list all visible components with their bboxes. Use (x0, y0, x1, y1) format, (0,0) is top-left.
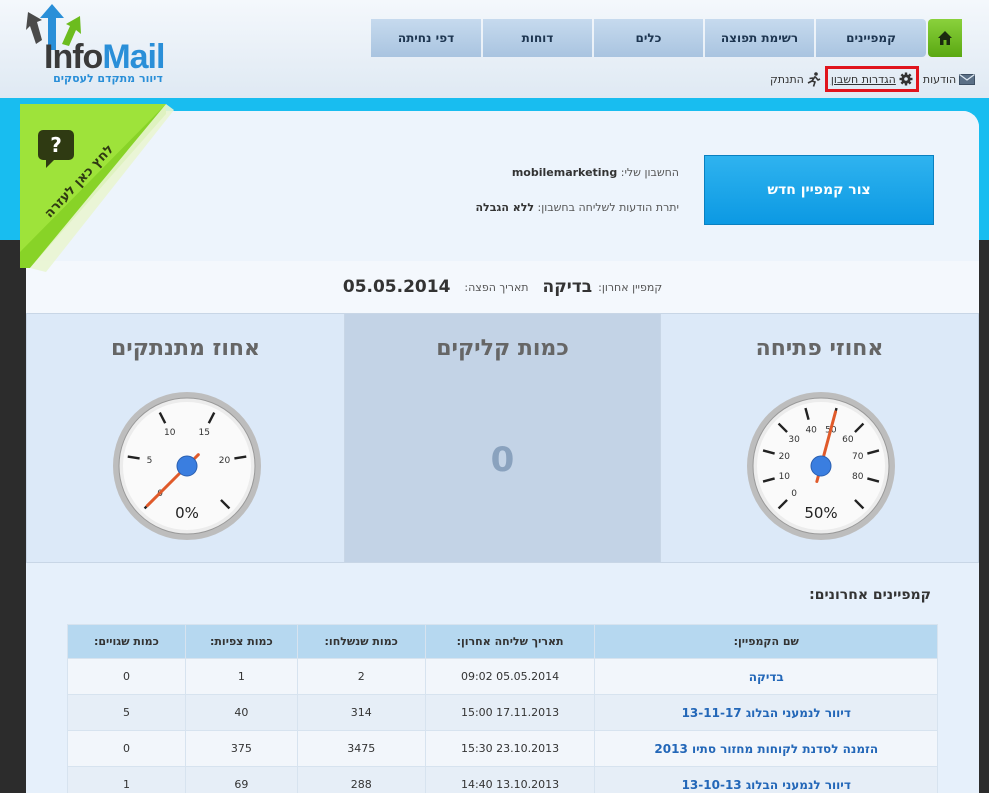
errors-cell: 0 (67, 658, 186, 695)
gauge-tick-label: 80 (852, 472, 864, 482)
sent-count-cell: 2 (296, 658, 426, 695)
nav-item-lists[interactable]: רשימת תפוצה (705, 19, 814, 57)
open-rate-gauge: 01020304050607080 50% (747, 392, 895, 540)
errors-cell: 0 (67, 730, 186, 767)
send-date-label: תאריך הפצה: (464, 280, 529, 294)
help-question-mark: ? (50, 133, 62, 157)
col-sent-count[interactable]: כמות שנשלחו: (296, 624, 426, 659)
settings-label: הגדרות חשבון (830, 72, 896, 86)
account-settings-link[interactable]: הגדרות חשבון (824, 66, 919, 92)
open-rate-panel: אחוזי פתיחה 01020304050607080 50% (660, 313, 979, 563)
gauge-tick-label: 10 (779, 472, 791, 482)
last-sent-cell: 17.11.2013 15:00 (424, 694, 596, 731)
recent-campaigns-table: שם הקמפיין: תאריך שליחה אחרון: כמות שנשל… (67, 624, 938, 793)
gauge-tick-label: 60 (842, 435, 854, 445)
nav-item-landing-pages[interactable]: דפי נחיתה (371, 19, 481, 57)
campaign-name-cell[interactable]: הזמנה לסדנת לקוחות מחזור סתיו 2013 (594, 730, 938, 767)
table-header-row: שם הקמפיין: תאריך שליחה אחרון: כמות שנשל… (67, 624, 938, 659)
gauge-tick-label: 10 (164, 428, 176, 438)
remaining-line: יתרת הודעות לשליחה בחשבון: ללא הגבלה (476, 201, 680, 214)
unsubscribe-title: אחוז מתנתקים (110, 336, 261, 361)
nav-home-button[interactable] (928, 19, 962, 57)
main-nav: קמפיינים רשימת תפוצה כלים דוחות דפי נחית… (371, 19, 962, 57)
sent-count-cell: 3475 (296, 730, 426, 767)
remaining-value: ללא הגבלה (475, 201, 535, 214)
logo-tagline: דיוור מתקדם לעסקים (53, 72, 163, 85)
gauge-tick-label: 20 (779, 452, 791, 462)
last-sent-cell: 05.05.2014 09:02 (424, 658, 596, 695)
table-row[interactable]: הזמנה לסדנת לקוחות מחזור סתיו 2013 23.10… (67, 730, 938, 767)
table-row[interactable]: דיוור לנמעני הבלוג 13-10-13 13.10.2013 1… (67, 766, 938, 793)
account-label: החשבון שלי: (620, 166, 679, 179)
clicks-value: 0 (490, 440, 515, 480)
account-value: mobilemarketing (511, 166, 618, 179)
logo[interactable]: InfoMail דיוור מתקדם לעסקים (26, 4, 176, 86)
views-cell: 1 (184, 658, 298, 695)
last-campaign-label: קמפיין אחרון: (598, 280, 663, 294)
nav-item-tools[interactable]: כלים (594, 19, 703, 57)
errors-cell: 1 (67, 766, 186, 793)
unsubscribe-gauge: 05101520 0% (113, 392, 261, 540)
campaign-name-cell[interactable]: דיוור לנמעני הבלוג 13-11-17 (594, 694, 938, 731)
table-row[interactable]: בדיקה 05.05.2014 09:02 2 1 0 (67, 658, 938, 695)
col-campaign-name[interactable]: שם הקמפיין: (594, 624, 938, 659)
campaign-name-cell[interactable]: בדיקה (594, 658, 938, 695)
last-sent-cell: 13.10.2013 14:40 (424, 766, 596, 793)
home-icon (938, 31, 952, 45)
create-campaign-button[interactable]: צור קמפיין חדש (704, 155, 934, 225)
views-cell: 375 (184, 730, 298, 767)
last-campaign-name[interactable]: בדיקה (543, 277, 593, 297)
remaining-label: יתרת הודעות לשליחה בחשבון: (537, 201, 679, 214)
sent-count-cell: 288 (296, 766, 426, 793)
gear-icon (899, 72, 913, 86)
nav-item-campaigns[interactable]: קמפיינים (816, 19, 926, 57)
help-ribbon[interactable]: ? לחץ כאן לעזרה (16, 102, 176, 272)
sent-count-cell: 314 (296, 694, 426, 731)
logout-link[interactable]: התנתק (770, 71, 821, 87)
send-date-value: 05.05.2014 (342, 277, 451, 297)
open-rate-value: 50% (804, 504, 837, 522)
gauge-tick-label: 5 (147, 456, 153, 466)
open-rate-title: אחוזי פתיחה (755, 336, 884, 361)
gauge-tick-label: 20 (219, 456, 231, 466)
stats-row: אחוזי פתיחה 01020304050607080 50% כמות ק… (26, 313, 979, 563)
messages-link[interactable]: הודעות (922, 72, 976, 86)
sub-nav: הודעות הגדרות חשבון התנתק (764, 66, 976, 92)
views-cell: 40 (184, 694, 298, 731)
errors-cell: 5 (67, 694, 186, 731)
col-last-sent[interactable]: תאריך שליחה אחרון: (424, 624, 596, 659)
gauge-tick-label: 40 (805, 425, 817, 435)
recent-campaigns-title: קמפיינים אחרונים: (809, 587, 931, 603)
last-sent-cell: 23.10.2013 15:30 (424, 730, 596, 767)
unsubscribe-panel: אחוז מתנתקים 05101520 0% (26, 313, 345, 563)
logout-label: התנתק (770, 72, 804, 86)
logo-word-info: Info (44, 38, 103, 76)
gauge-tick-label: 0 (791, 489, 797, 499)
clicks-title: כמות קליקים (436, 336, 569, 361)
col-errors[interactable]: כמות שגויים: (67, 624, 186, 659)
gauge-tick-label: 30 (788, 435, 800, 445)
envelope-icon (959, 73, 976, 85)
col-views[interactable]: כמות צפיות: (184, 624, 298, 659)
table-row[interactable]: דיוור לנמעני הבלוג 13-11-17 17.11.2013 1… (67, 694, 938, 731)
account-line: החשבון שלי: mobilemarketing (512, 166, 679, 179)
gauge-tick-label: 15 (199, 428, 210, 438)
clicks-panel: כמות קליקים 0 (344, 313, 661, 563)
nav-item-reports[interactable]: דוחות (483, 19, 592, 57)
gauge-tick-label: 70 (852, 452, 864, 462)
messages-label: הודעות (922, 72, 957, 86)
logo-word-mail: Mail (102, 38, 165, 76)
unsubscribe-value: 0% (175, 504, 199, 522)
running-person-icon (807, 71, 821, 87)
views-cell: 69 (184, 766, 298, 793)
campaign-name-cell[interactable]: דיוור לנמעני הבלוג 13-10-13 (594, 766, 938, 793)
